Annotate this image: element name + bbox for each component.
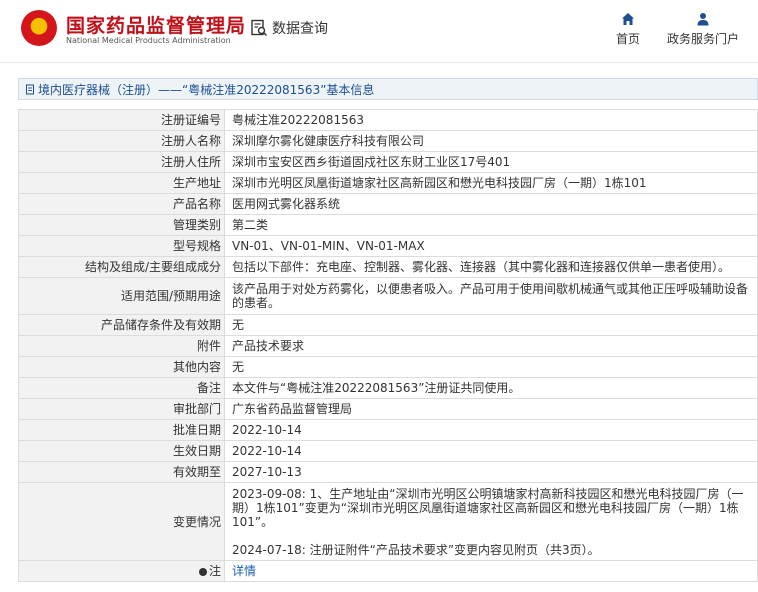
field-value: 医用网式雾化器系统 xyxy=(224,193,758,215)
document-icon xyxy=(26,84,34,94)
table-row: 生产地址 深圳市光明区凤凰街道塘家社区高新园区和懋光电科技园厂房（一期）1栋101 xyxy=(18,172,758,194)
field-value: 2022-10-14 xyxy=(224,419,758,441)
details-link[interactable]: 详情 xyxy=(232,564,256,578)
field-label: 注册人名称 xyxy=(18,130,225,152)
search-document-icon xyxy=(251,19,268,37)
registration-info-table: 注册证编号 粤械注准20222081563 注册人名称 深圳摩尔雾化健康医疗科技有限公… xyxy=(18,109,758,582)
brand-title: 国家药品监督管理局 xyxy=(66,15,247,37)
table-row: 适用范围/预期用途 该产品用于对处方药雾化，以便患者吸入。产品可用于使用间歇机械通… xyxy=(18,277,758,315)
field-label: 管理类别 xyxy=(18,214,225,236)
table-row: 审批部门 广东省药品监督管理局 xyxy=(18,398,758,420)
table-row: 附件 产品技术要求 xyxy=(18,335,758,357)
nav-gov-label: 政务服务门户 xyxy=(666,32,739,46)
field-label: 产品名称 xyxy=(18,193,225,215)
field-label: 其他内容 xyxy=(18,356,225,378)
field-value: 该产品用于对处方药雾化，以便患者吸入。产品可用于使用间歇机械通气或其他正压呼吸辅… xyxy=(224,277,758,315)
note-label-cell: 注 xyxy=(18,560,225,582)
table-row: 型号规格 VN-01、VN-01-MIN、VN-01-MAX xyxy=(18,235,758,257)
field-value: 产品技术要求 xyxy=(224,335,758,357)
field-label: 有效期至 xyxy=(18,461,225,483)
nmpa-emblem-icon xyxy=(21,10,57,46)
field-label: 备注 xyxy=(18,377,225,399)
nav-gov-services[interactable]: 政务服务门户 xyxy=(664,12,742,47)
table-row: 产品名称 医用网式雾化器系统 xyxy=(18,193,758,215)
table-row-change-history: 变更情况 2023-09-08: 1、生产地址由“深圳市光明区公明镇塘家村高新科技… xyxy=(18,482,758,561)
field-value: 包括以下部件：充电座、控制器、雾化器、连接器（其中雾化器和连接器仅供单一患者使用… xyxy=(224,256,758,278)
table-row: 生效日期 2022-10-14 xyxy=(18,440,758,462)
brand-subtitle: National Medical Products Administration xyxy=(66,36,231,45)
field-label: 注册人住所 xyxy=(18,151,225,173)
field-label: 型号规格 xyxy=(18,235,225,257)
change-entry: 2023-09-08: 1、生产地址由“深圳市光明区公明镇塘家村高新科技园区和懋… xyxy=(232,486,744,529)
field-label: 结构及组成/主要组成成分 xyxy=(18,256,225,278)
field-label: 批准日期 xyxy=(18,419,225,441)
field-value: 无 xyxy=(224,356,758,378)
table-row: 产品储存条件及有效期无 xyxy=(18,314,758,336)
field-label: 注册证编号 xyxy=(18,109,225,131)
change-history-value: 2023-09-08: 1、生产地址由“深圳市光明区公明镇塘家村高新科技园区和懋… xyxy=(224,482,758,561)
field-value: VN-01、VN-01-MIN、VN-01-MAX xyxy=(224,235,758,257)
site-header: 国家药品监督管理局 National Medical Products Admi… xyxy=(0,0,758,63)
change-entry: 2024-07-18: 注册证附件“产品技术要求”变更内容见附页（共3页）。 xyxy=(232,542,600,557)
user-icon xyxy=(697,13,709,26)
nav-home[interactable]: 首页 xyxy=(612,12,644,47)
field-label: 生效日期 xyxy=(18,440,225,462)
field-label: 注 xyxy=(208,564,221,578)
field-value: 深圳市宝安区西乡街道固戍社区东财工业区17号401 xyxy=(224,151,758,173)
table-row: 结构及组成/主要组成成分 包括以下部件：充电座、控制器、雾化器、连接器（其中雾化器… xyxy=(18,256,758,278)
table-row: 批准日期 2022-10-14 xyxy=(18,419,758,441)
table-row: 注册人名称 深圳摩尔雾化健康医疗科技有限公司 xyxy=(18,130,758,152)
table-row: 注册人住所 深圳市宝安区西乡街道固戍社区东财工业区17号401 xyxy=(18,151,758,173)
field-value: 粤械注准20222081563 xyxy=(224,109,758,131)
breadcrumb-text: 境内医疗器械（注册）——“粤械注准20222081563”基本信息 xyxy=(38,82,375,97)
nav-home-label: 首页 xyxy=(615,32,640,46)
breadcrumb: 境内医疗器械（注册）——“粤械注准20222081563”基本信息 xyxy=(18,78,758,100)
table-row: 其他内容无 xyxy=(18,356,758,378)
field-label: 附件 xyxy=(18,335,225,357)
table-row-note: 注详情 xyxy=(18,560,758,582)
table-row: 备注 本文件与“粤械注准20222081563”注册证共同使用。 xyxy=(18,377,758,399)
data-query-label: 数据查询 xyxy=(272,21,328,37)
note-pin-icon xyxy=(198,568,207,576)
field-label: 产品储存条件及有效期 xyxy=(18,314,225,336)
table-row: 注册证编号 粤械注准20222081563 xyxy=(18,109,758,131)
field-value: 2022-10-14 xyxy=(224,440,758,462)
field-value: 本文件与“粤械注准20222081563”注册证共同使用。 xyxy=(224,377,758,399)
field-value: 无 xyxy=(224,314,758,336)
field-value: 2027-10-13 xyxy=(224,461,758,483)
field-label: 审批部门 xyxy=(18,398,225,420)
field-value: 深圳摩尔雾化健康医疗科技有限公司 xyxy=(224,130,758,152)
table-row: 有效期至 2027-10-13 xyxy=(18,461,758,483)
note-value: 详情 xyxy=(224,560,758,582)
home-icon xyxy=(622,13,634,25)
field-label: 变更情况 xyxy=(18,482,225,561)
field-label: 适用范围/预期用途 xyxy=(18,277,225,315)
field-value: 广东省药品监督管理局 xyxy=(224,398,758,420)
data-query-link[interactable]: 数据查询 xyxy=(250,18,328,38)
field-value: 第二类 xyxy=(224,214,758,236)
field-value: 深圳市光明区凤凰街道塘家社区高新园区和懋光电科技园厂房（一期）1栋101 xyxy=(224,172,758,194)
table-row: 管理类别 第二类 xyxy=(18,214,758,236)
field-label: 生产地址 xyxy=(18,172,225,194)
